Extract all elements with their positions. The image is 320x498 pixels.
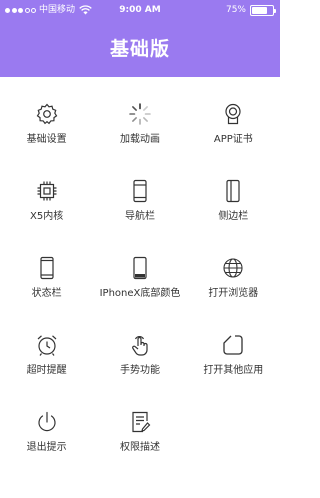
menu-item-label: 基础设置	[26, 134, 67, 145]
alarm-clock-icon	[35, 333, 59, 357]
menu-item-alarm-clock[interactable]: 超时提醒	[0, 323, 93, 400]
gesture-hand-icon	[128, 333, 152, 357]
menu-grid: 基础设置 加载动画 APP证书 X5内核 导航栏 侧边栏状态栏 IPhoneX底部颜色 打开浏…	[0, 92, 280, 477]
battery-percentage: 75%	[225, 5, 246, 15]
battery-icon	[250, 4, 276, 16]
menu-item-label: APP证书	[213, 134, 253, 145]
menu-item-power[interactable]: 退出提示	[0, 400, 93, 477]
menu-item-label: 退出提示	[26, 442, 67, 453]
power-icon	[35, 410, 59, 434]
menu-item-open-app[interactable]: 打开其他应用	[187, 323, 280, 400]
menu-item-phone-sidebar[interactable]: 侧边栏	[187, 169, 280, 246]
menu-item-chip[interactable]: X5内核	[0, 169, 93, 246]
status-right: 75%	[225, 0, 276, 20]
menu-item-label: 打开浏览器	[208, 288, 259, 299]
header: 中国移动 9:00 AM 75% 基础版	[0, 0, 280, 77]
menu-item-phone-navbar[interactable]: 导航栏	[93, 169, 186, 246]
phone-sidebar-icon	[221, 179, 245, 203]
gear-icon	[35, 102, 59, 126]
menu-item-label: 权限描述	[119, 442, 160, 453]
menu-item-label: 加载动画	[119, 134, 160, 145]
document-edit-icon	[128, 410, 152, 434]
menu-item-label: 状态栏	[31, 288, 62, 299]
phone-navbar-icon	[128, 179, 152, 203]
chip-icon	[35, 179, 59, 203]
menu-item-label: 手势功能	[119, 365, 160, 376]
menu-item-label: 导航栏	[124, 211, 155, 222]
menu-item-phone-statusbar[interactable]: 状态栏	[0, 246, 93, 323]
status-bar: 中国移动 9:00 AM 75%	[0, 0, 280, 20]
spinner-icon	[128, 102, 152, 126]
page-title: 基础版	[109, 38, 170, 60]
certificate-icon	[221, 102, 245, 126]
menu-item-label: 打开其他应用	[203, 365, 264, 376]
globe-icon	[221, 256, 245, 280]
menu-item-label: 侧边栏	[218, 211, 249, 222]
phone-statusbar-icon	[35, 256, 59, 280]
menu-item-globe[interactable]: 打开浏览器	[187, 246, 280, 323]
menu-item-gesture-hand[interactable]: 手势功能	[93, 323, 186, 400]
battery-fill	[252, 6, 267, 14]
menu-item-document-edit[interactable]: 权限描述	[93, 400, 186, 477]
menu-item-spinner[interactable]: 加载动画	[93, 92, 186, 169]
phone-bottom-icon	[128, 256, 152, 280]
menu-item-label: 超时提醒	[26, 365, 67, 376]
menu-item-label: X5内核	[30, 211, 64, 222]
menu-item-certificate[interactable]: APP证书	[187, 92, 280, 169]
open-app-icon	[221, 333, 245, 357]
menu-item-phone-bottom[interactable]: IPhoneX底部颜色	[93, 246, 186, 323]
menu-item-gear[interactable]: 基础设置	[0, 92, 93, 169]
menu-item-label: IPhoneX底部颜色	[99, 288, 181, 299]
